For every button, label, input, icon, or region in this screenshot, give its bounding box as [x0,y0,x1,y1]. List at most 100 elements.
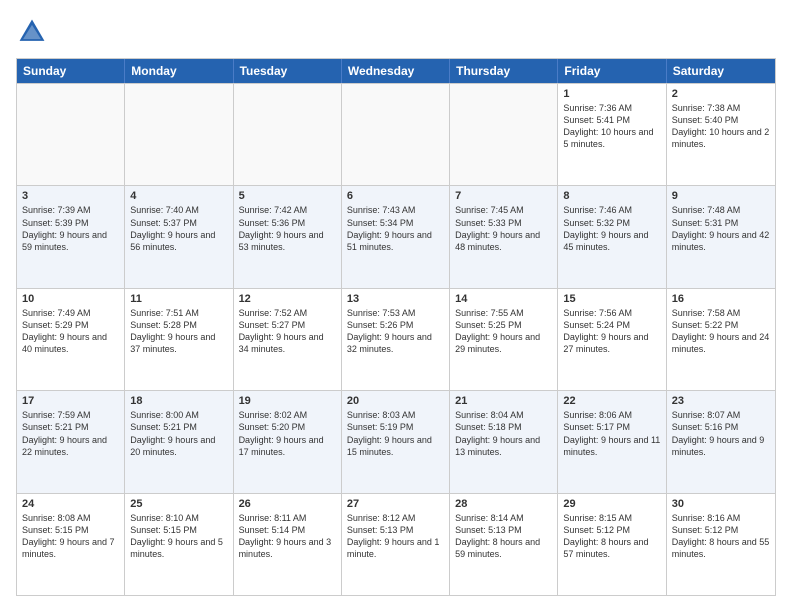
calendar-cell: 26 Sunrise: 8:11 AM Sunset: 5:14 PM Dayli… [234,494,342,595]
day-number: 28 [455,498,552,510]
day-number: 17 [22,395,119,407]
day-number: 23 [672,395,770,407]
day-number: 21 [455,395,552,407]
calendar-cell: 27 Sunrise: 8:12 AM Sunset: 5:13 PM Dayli… [342,494,450,595]
cell-details: Sunrise: 7:40 AM Sunset: 5:37 PM Dayligh… [130,204,227,253]
calendar-cell: 11 Sunrise: 7:51 AM Sunset: 5:28 PM Dayli… [125,289,233,390]
calendar-cell [17,84,125,185]
calendar-cell: 16 Sunrise: 7:58 AM Sunset: 5:22 PM Dayli… [667,289,775,390]
calendar-cell [450,84,558,185]
cell-details: Sunrise: 8:12 AM Sunset: 5:13 PM Dayligh… [347,512,444,561]
cell-details: Sunrise: 8:08 AM Sunset: 5:15 PM Dayligh… [22,512,119,561]
calendar-cell: 15Sunrise: 7:56 AM Sunset: 5:24 PM Dayli… [558,289,666,390]
calendar-cell: 6 Sunrise: 7:43 AM Sunset: 5:34 PM Daylig… [342,186,450,287]
cell-details: Sunrise: 7:39 AM Sunset: 5:39 PM Dayligh… [22,204,119,253]
day-number: 26 [239,498,336,510]
calendar: SundayMondayTuesdayWednesdayThursdayFrid… [16,58,776,596]
cell-details: Sunrise: 7:49 AM Sunset: 5:29 PM Dayligh… [22,307,119,356]
cal-header-cell: Wednesday [342,59,450,83]
calendar-cell: 8Sunrise: 7:46 AM Sunset: 5:32 PM Daylig… [558,186,666,287]
day-number: 12 [239,293,336,305]
cell-details: Sunrise: 7:46 AM Sunset: 5:32 PM Dayligh… [563,204,660,253]
calendar-cell: 20 Sunrise: 8:03 AM Sunset: 5:19 PM Dayli… [342,391,450,492]
calendar-cell: 14 Sunrise: 7:55 AM Sunset: 5:25 PM Dayli… [450,289,558,390]
calendar-cell [234,84,342,185]
calendar-header: SundayMondayTuesdayWednesdayThursdayFrid… [17,59,775,83]
day-number: 14 [455,293,552,305]
cell-details: Sunrise: 8:14 AM Sunset: 5:13 PM Dayligh… [455,512,552,561]
cell-details: Sunrise: 8:03 AM Sunset: 5:19 PM Dayligh… [347,409,444,458]
day-number: 29 [563,498,660,510]
cell-details: Sunrise: 7:58 AM Sunset: 5:22 PM Dayligh… [672,307,770,356]
day-number: 20 [347,395,444,407]
cell-details: Sunrise: 7:55 AM Sunset: 5:25 PM Dayligh… [455,307,552,356]
page: SundayMondayTuesdayWednesdayThursdayFrid… [0,0,792,612]
cell-details: Sunrise: 8:15 AM Sunset: 5:12 PM Dayligh… [563,512,660,561]
day-number: 19 [239,395,336,407]
day-number: 10 [22,293,119,305]
calendar-cell: 22Sunrise: 8:06 AM Sunset: 5:17 PM Dayli… [558,391,666,492]
calendar-cell: 21 Sunrise: 8:04 AM Sunset: 5:18 PM Dayli… [450,391,558,492]
day-number: 18 [130,395,227,407]
calendar-cell: 3 Sunrise: 7:39 AM Sunset: 5:39 PM Daylig… [17,186,125,287]
calendar-cell: 9Sunrise: 7:48 AM Sunset: 5:31 PM Daylig… [667,186,775,287]
cell-details: Sunrise: 7:42 AM Sunset: 5:36 PM Dayligh… [239,204,336,253]
calendar-row: 17 Sunrise: 7:59 AM Sunset: 5:21 PM Dayli… [17,390,775,492]
cell-details: Sunrise: 7:43 AM Sunset: 5:34 PM Dayligh… [347,204,444,253]
cell-details: Sunrise: 8:07 AM Sunset: 5:16 PM Dayligh… [672,409,770,458]
cell-details: Sunrise: 7:38 AM Sunset: 5:40 PM Dayligh… [672,102,770,151]
day-number: 2 [672,88,770,100]
calendar-cell: 13Sunrise: 7:53 AM Sunset: 5:26 PM Dayli… [342,289,450,390]
cal-header-cell: Sunday [17,59,125,83]
calendar-cell: 17 Sunrise: 7:59 AM Sunset: 5:21 PM Dayli… [17,391,125,492]
day-number: 4 [130,190,227,202]
cell-details: Sunrise: 7:51 AM Sunset: 5:28 PM Dayligh… [130,307,227,356]
cell-details: Sunrise: 7:45 AM Sunset: 5:33 PM Dayligh… [455,204,552,253]
calendar-cell: 7 Sunrise: 7:45 AM Sunset: 5:33 PM Daylig… [450,186,558,287]
calendar-cell: 24 Sunrise: 8:08 AM Sunset: 5:15 PM Dayli… [17,494,125,595]
calendar-cell: 5 Sunrise: 7:42 AM Sunset: 5:36 PM Daylig… [234,186,342,287]
calendar-cell: 23 Sunrise: 8:07 AM Sunset: 5:16 PM Dayli… [667,391,775,492]
calendar-cell: 28 Sunrise: 8:14 AM Sunset: 5:13 PM Dayli… [450,494,558,595]
cal-header-cell: Friday [558,59,666,83]
cell-details: Sunrise: 7:36 AM Sunset: 5:41 PM Dayligh… [563,102,660,151]
generalblue-logo-icon [16,16,48,48]
cell-details: Sunrise: 7:59 AM Sunset: 5:21 PM Dayligh… [22,409,119,458]
cal-header-cell: Saturday [667,59,775,83]
calendar-cell: 2 Sunrise: 7:38 AM Sunset: 5:40 PM Daylig… [667,84,775,185]
cell-details: Sunrise: 8:02 AM Sunset: 5:20 PM Dayligh… [239,409,336,458]
day-number: 30 [672,498,770,510]
cell-details: Sunrise: 7:52 AM Sunset: 5:27 PM Dayligh… [239,307,336,356]
day-number: 1 [563,88,660,100]
calendar-cell [125,84,233,185]
day-number: 24 [22,498,119,510]
day-number: 27 [347,498,444,510]
cell-details: Sunrise: 8:00 AM Sunset: 5:21 PM Dayligh… [130,409,227,458]
day-number: 22 [563,395,660,407]
calendar-row: 3 Sunrise: 7:39 AM Sunset: 5:39 PM Daylig… [17,185,775,287]
calendar-cell: 19 Sunrise: 8:02 AM Sunset: 5:20 PM Dayli… [234,391,342,492]
logo [16,16,52,48]
calendar-cell: 29 Sunrise: 8:15 AM Sunset: 5:12 PM Dayli… [558,494,666,595]
calendar-cell: 25Sunrise: 8:10 AM Sunset: 5:15 PM Dayli… [125,494,233,595]
day-number: 25 [130,498,227,510]
day-number: 11 [130,293,227,305]
calendar-row: 1 Sunrise: 7:36 AM Sunset: 5:41 PM Daylig… [17,83,775,185]
day-number: 5 [239,190,336,202]
calendar-body: 1 Sunrise: 7:36 AM Sunset: 5:41 PM Daylig… [17,83,775,595]
day-number: 6 [347,190,444,202]
calendar-cell [342,84,450,185]
calendar-row: 10 Sunrise: 7:49 AM Sunset: 5:29 PM Dayli… [17,288,775,390]
cell-details: Sunrise: 8:04 AM Sunset: 5:18 PM Dayligh… [455,409,552,458]
cal-header-cell: Thursday [450,59,558,83]
calendar-cell: 10 Sunrise: 7:49 AM Sunset: 5:29 PM Dayli… [17,289,125,390]
cal-header-cell: Tuesday [234,59,342,83]
day-number: 3 [22,190,119,202]
header [16,16,776,48]
cell-details: Sunrise: 7:48 AM Sunset: 5:31 PM Dayligh… [672,204,770,253]
day-number: 15 [563,293,660,305]
calendar-cell: 18 Sunrise: 8:00 AM Sunset: 5:21 PM Dayli… [125,391,233,492]
day-number: 16 [672,293,770,305]
cell-details: Sunrise: 8:11 AM Sunset: 5:14 PM Dayligh… [239,512,336,561]
day-number: 7 [455,190,552,202]
